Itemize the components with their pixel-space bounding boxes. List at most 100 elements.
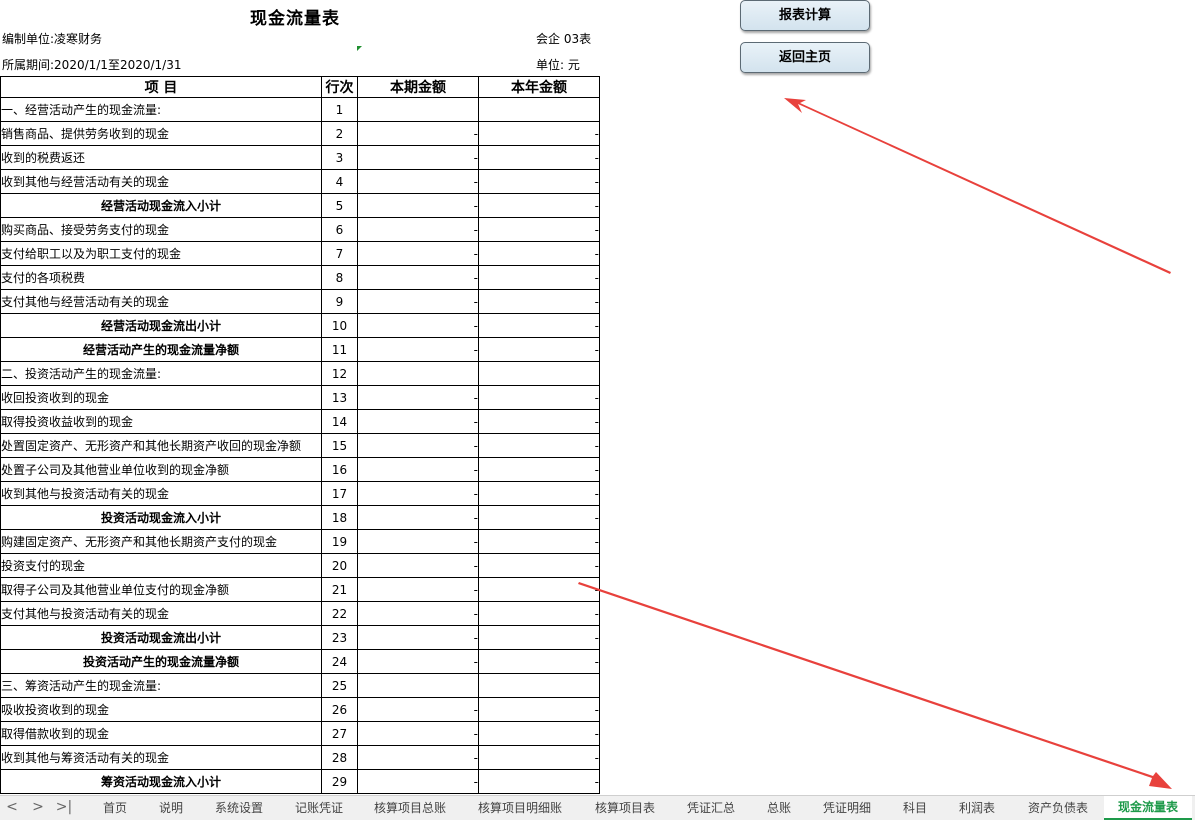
row-line-number-cell[interactable]: 29 (321, 769, 358, 794)
row-item-cell[interactable]: 取得借款收到的现金 (0, 721, 322, 746)
row-year-amount-cell[interactable]: - (478, 625, 600, 650)
sheet-tab[interactable]: 系统设置 (200, 796, 278, 820)
row-item-cell[interactable]: 三、筹资活动产生的现金流量: (0, 673, 322, 698)
row-item-cell[interactable]: 收到其他与经营活动有关的现金 (0, 169, 322, 194)
row-line-number-cell[interactable]: 27 (321, 721, 358, 746)
row-year-amount-cell[interactable]: - (478, 769, 600, 794)
row-year-amount-cell[interactable]: - (478, 337, 600, 362)
row-line-number-cell[interactable]: 21 (321, 577, 358, 602)
row-item-cell[interactable]: 取得子公司及其他营业单位支付的现金净额 (0, 577, 322, 602)
row-line-number-cell[interactable]: 24 (321, 649, 358, 674)
row-item-cell[interactable]: 经营活动产生的现金流量净额 (0, 337, 322, 362)
row-line-number-cell[interactable]: 7 (321, 241, 358, 266)
row-line-number-cell[interactable]: 17 (321, 481, 358, 506)
row-current-amount-cell[interactable]: - (357, 217, 479, 242)
row-year-amount-cell[interactable]: - (478, 385, 600, 410)
sheet-tab[interactable]: 核算项目表 (582, 796, 668, 820)
row-current-amount-cell[interactable]: - (357, 481, 479, 506)
return-home-button[interactable]: 返回主页 (740, 42, 870, 73)
row-year-amount-cell[interactable]: - (478, 529, 600, 554)
row-year-amount-cell[interactable]: - (478, 169, 600, 194)
row-year-amount-cell[interactable]: - (478, 121, 600, 146)
row-current-amount-cell[interactable] (357, 673, 479, 698)
row-current-amount-cell[interactable]: - (357, 649, 479, 674)
row-year-amount-cell[interactable]: - (478, 217, 600, 242)
row-item-cell[interactable]: 支付给职工以及为职工支付的现金 (0, 241, 322, 266)
row-line-number-cell[interactable]: 5 (321, 193, 358, 218)
sheet-tab[interactable]: 说明 (146, 796, 196, 820)
row-current-amount-cell[interactable]: - (357, 553, 479, 578)
row-current-amount-cell[interactable]: - (357, 745, 479, 770)
row-current-amount-cell[interactable]: - (357, 601, 479, 626)
row-line-number-cell[interactable]: 8 (321, 265, 358, 290)
sheet-tab[interactable]: 记账凭证 (282, 796, 356, 820)
row-current-amount-cell[interactable]: - (357, 313, 479, 338)
sheet-tab[interactable]: 核算项目总账 (362, 796, 458, 820)
row-line-number-cell[interactable]: 18 (321, 505, 358, 530)
row-current-amount-cell[interactable]: - (357, 121, 479, 146)
row-current-amount-cell[interactable]: - (357, 289, 479, 314)
row-item-cell[interactable]: 投资活动现金流入小计 (0, 505, 322, 530)
row-line-number-cell[interactable]: 23 (321, 625, 358, 650)
row-line-number-cell[interactable]: 1 (321, 97, 358, 122)
prev-sheet-icon[interactable]: < (4, 799, 20, 815)
row-year-amount-cell[interactable]: - (478, 289, 600, 314)
row-year-amount-cell[interactable]: - (478, 577, 600, 602)
row-line-number-cell[interactable]: 15 (321, 433, 358, 458)
row-line-number-cell[interactable]: 11 (321, 337, 358, 362)
row-year-amount-cell[interactable]: - (478, 193, 600, 218)
row-item-cell[interactable]: 吸收投资收到的现金 (0, 697, 322, 722)
row-item-cell[interactable]: 支付的各项税费 (0, 265, 322, 290)
row-year-amount-cell[interactable]: - (478, 721, 600, 746)
calculate-report-button[interactable]: 报表计算 (740, 0, 870, 31)
row-current-amount-cell[interactable]: - (357, 505, 479, 530)
row-line-number-cell[interactable]: 10 (321, 313, 358, 338)
row-item-cell[interactable]: 筹资活动现金流入小计 (0, 769, 322, 794)
row-item-cell[interactable]: 取得投资收益收到的现金 (0, 409, 322, 434)
row-line-number-cell[interactable]: 13 (321, 385, 358, 410)
row-year-amount-cell[interactable] (478, 97, 600, 122)
row-line-number-cell[interactable]: 20 (321, 553, 358, 578)
row-current-amount-cell[interactable]: - (357, 337, 479, 362)
row-line-number-cell[interactable]: 6 (321, 217, 358, 242)
row-item-cell[interactable]: 支付其他与投资活动有关的现金 (0, 601, 322, 626)
row-item-cell[interactable]: 收到其他与投资活动有关的现金 (0, 481, 322, 506)
sheet-tab[interactable]: 现金流量表 (1104, 796, 1192, 820)
row-item-cell[interactable]: 投资活动产生的现金流量净额 (0, 649, 322, 674)
sheet-tab[interactable]: 利润表 (946, 796, 1008, 820)
row-year-amount-cell[interactable]: - (478, 145, 600, 170)
row-item-cell[interactable]: 销售商品、提供劳务收到的现金 (0, 121, 322, 146)
row-current-amount-cell[interactable]: - (357, 721, 479, 746)
row-item-cell[interactable]: 投资支付的现金 (0, 553, 322, 578)
row-year-amount-cell[interactable]: - (478, 409, 600, 434)
row-current-amount-cell[interactable] (357, 361, 479, 386)
row-current-amount-cell[interactable]: - (357, 697, 479, 722)
row-line-number-cell[interactable]: 9 (321, 289, 358, 314)
row-item-cell[interactable]: 购买商品、接受劳务支付的现金 (0, 217, 322, 242)
row-item-cell[interactable]: 处置子公司及其他营业单位收到的现金净额 (0, 457, 322, 482)
row-item-cell[interactable]: 投资活动现金流出小计 (0, 625, 322, 650)
row-line-number-cell[interactable]: 14 (321, 409, 358, 434)
row-line-number-cell[interactable]: 2 (321, 121, 358, 146)
row-year-amount-cell[interactable]: - (478, 313, 600, 338)
row-year-amount-cell[interactable]: - (478, 265, 600, 290)
row-year-amount-cell[interactable]: - (478, 505, 600, 530)
row-year-amount-cell[interactable] (478, 361, 600, 386)
sheet-tab[interactable]: 首页 (86, 796, 144, 820)
row-line-number-cell[interactable]: 16 (321, 457, 358, 482)
row-item-cell[interactable]: 二、投资活动产生的现金流量: (0, 361, 322, 386)
last-sheet-icon[interactable]: >| (54, 799, 74, 815)
sheet-tab[interactable]: 核算项目明细账 (464, 796, 576, 820)
row-current-amount-cell[interactable]: - (357, 265, 479, 290)
row-year-amount-cell[interactable]: - (478, 553, 600, 578)
row-current-amount-cell[interactable]: - (357, 577, 479, 602)
row-current-amount-cell[interactable]: - (357, 433, 479, 458)
row-current-amount-cell[interactable] (357, 97, 479, 122)
row-line-number-cell[interactable]: 22 (321, 601, 358, 626)
row-item-cell[interactable]: 处置固定资产、无形资产和其他长期资产收回的现金净额 (0, 433, 322, 458)
next-sheet-icon[interactable]: > (30, 799, 46, 815)
row-item-cell[interactable]: 一、经营活动产生的现金流量: (0, 97, 322, 122)
sheet-tab[interactable]: 资产负债表 (1014, 796, 1102, 820)
row-item-cell[interactable]: 经营活动现金流出小计 (0, 313, 322, 338)
row-item-cell[interactable]: 购建固定资产、无形资产和其他长期资产支付的现金 (0, 529, 322, 554)
